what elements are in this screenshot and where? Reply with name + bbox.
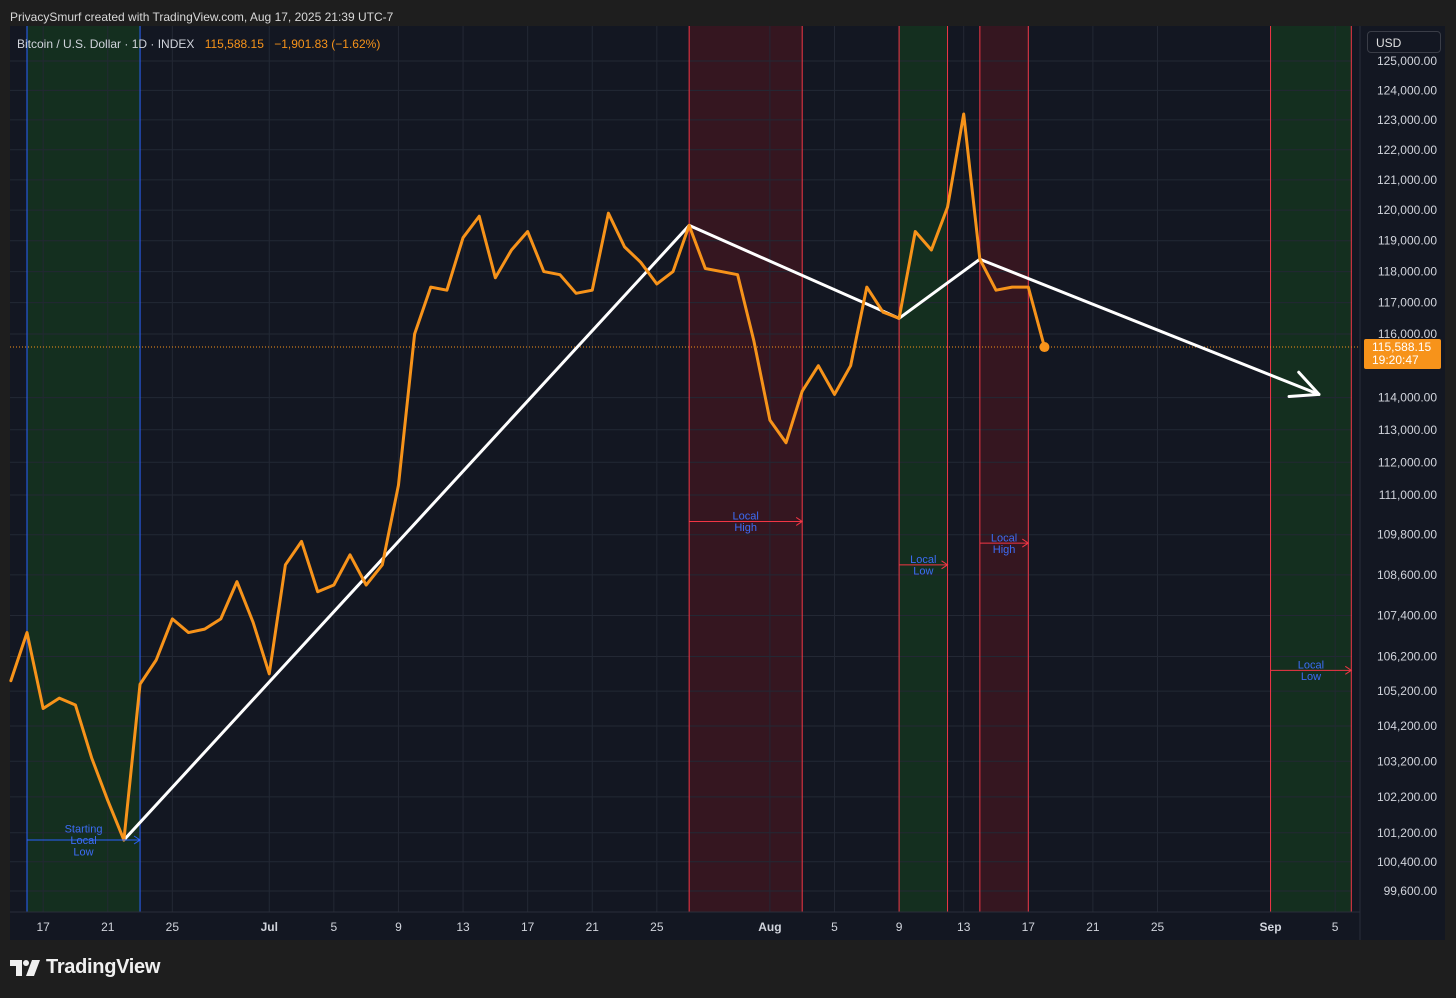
price-tick-label: 107,400.00 bbox=[1377, 609, 1437, 623]
price-tick-label: 100,400.00 bbox=[1377, 855, 1437, 869]
legend-change: −1,901.83 (−1.62%) bbox=[274, 37, 380, 51]
time-tick-label: 17 bbox=[521, 920, 535, 934]
price-tick-label: 99,600.00 bbox=[1384, 884, 1438, 898]
annotation-text: Local bbox=[910, 554, 936, 566]
annotation-text: High bbox=[734, 522, 757, 534]
time-tick-label: Jul bbox=[261, 920, 278, 934]
price-tick-label: 109,800.00 bbox=[1377, 528, 1437, 542]
time-tick-label: 13 bbox=[957, 920, 971, 934]
annotation-text: Low bbox=[1301, 671, 1321, 683]
time-tick-label: 17 bbox=[1022, 920, 1036, 934]
price-tick-label: 120,000.00 bbox=[1377, 203, 1437, 217]
price-tick-label: 118,000.00 bbox=[1378, 265, 1437, 279]
author-caption: PrivacySmurf created with TradingView.co… bbox=[10, 10, 394, 24]
time-tick-label: 9 bbox=[896, 920, 903, 934]
time-tick-label: 25 bbox=[1151, 920, 1165, 934]
annotation-text: Local bbox=[70, 835, 96, 847]
time-tick-label: 21 bbox=[1086, 920, 1100, 934]
zone-green bbox=[899, 26, 948, 912]
time-tick-label: 5 bbox=[331, 920, 338, 934]
time-tick-label: 25 bbox=[166, 920, 180, 934]
zone-green bbox=[1270, 26, 1352, 912]
zone-red bbox=[689, 26, 803, 912]
price-tick-label: 103,200.00 bbox=[1377, 754, 1437, 768]
price-tick-label: 117,000.00 bbox=[1378, 296, 1437, 310]
annotation-text: Starting bbox=[65, 824, 103, 836]
tradingview-logo-icon bbox=[10, 959, 40, 976]
time-tick-label: 13 bbox=[456, 920, 470, 934]
price-tick-label: 114,000.00 bbox=[1378, 391, 1437, 405]
bar-countdown: 19:20:47 bbox=[1372, 353, 1419, 367]
price-tick-label: 116,000.00 bbox=[1378, 327, 1437, 341]
annotation-text: Local bbox=[991, 532, 1017, 544]
annotation-text: High bbox=[993, 544, 1016, 556]
time-tick-label: 5 bbox=[1332, 920, 1339, 934]
zone-red bbox=[979, 26, 1029, 912]
annotation-text: Local bbox=[733, 511, 759, 523]
price-tick-label: 123,000.00 bbox=[1377, 113, 1437, 127]
time-tick-label: 21 bbox=[586, 920, 600, 934]
price-tick-label: 105,200.00 bbox=[1377, 684, 1437, 698]
price-tick-label: 112,000.00 bbox=[1378, 455, 1437, 469]
price-tick-label: 108,600.00 bbox=[1377, 568, 1437, 582]
price-tick-label: 111,000.00 bbox=[1379, 488, 1438, 502]
price-tick-label: 124,000.00 bbox=[1377, 83, 1437, 97]
time-tick-label: 25 bbox=[650, 920, 664, 934]
price-tick-label: 104,200.00 bbox=[1377, 719, 1437, 733]
zone-green bbox=[27, 26, 141, 912]
currency-selector[interactable]: USD bbox=[1367, 31, 1441, 53]
brand-name: TradingView bbox=[46, 956, 161, 978]
time-tick-label: 17 bbox=[36, 920, 50, 934]
annotation-text: Local bbox=[1298, 660, 1324, 672]
price-tick-label: 102,200.00 bbox=[1377, 790, 1437, 804]
chart-screenshot: Starting Local Low Local High Local Low Local Hi… bbox=[0, 0, 1456, 998]
price-tick-label: 119,000.00 bbox=[1378, 234, 1437, 248]
last-price-badge: 115,588.15 19:20:47 bbox=[1364, 339, 1441, 370]
last-price-value: 115,588.15 bbox=[1372, 340, 1431, 354]
time-tick-label: 21 bbox=[101, 920, 115, 934]
annotation-text: Low bbox=[73, 847, 93, 859]
price-tick-label: 106,200.00 bbox=[1377, 650, 1437, 664]
time-tick-label: 5 bbox=[831, 920, 838, 934]
price-tick-label: 122,000.00 bbox=[1377, 143, 1437, 157]
time-tick-label: Sep bbox=[1260, 920, 1282, 934]
price-tick-label: 101,200.00 bbox=[1377, 826, 1437, 840]
price-chart[interactable]: StartingLocalLowLocalHighLocalLowLocalHi… bbox=[0, 0, 1456, 998]
tradingview-logo: TradingView bbox=[10, 956, 160, 979]
time-tick-label: 9 bbox=[395, 920, 402, 934]
price-tick-label: 113,000.00 bbox=[1378, 423, 1437, 437]
legend-price: 115,588.15 bbox=[205, 37, 264, 51]
annotation-text: Low bbox=[913, 566, 933, 578]
time-tick-label: Aug bbox=[758, 920, 781, 934]
symbol-name: Bitcoin / U.S. Dollar · 1D · INDEX bbox=[17, 37, 194, 51]
price-tick-label: 121,000.00 bbox=[1377, 173, 1437, 187]
price-tick-label: 125,000.00 bbox=[1377, 54, 1437, 68]
last-price-dot bbox=[1039, 342, 1050, 353]
